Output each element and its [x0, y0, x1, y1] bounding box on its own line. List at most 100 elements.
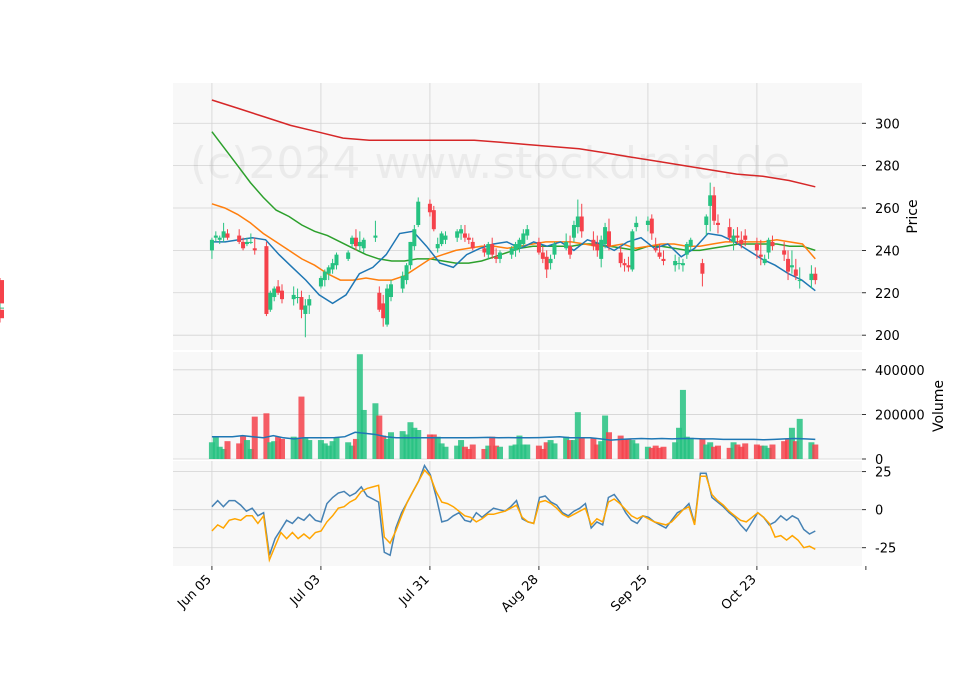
- volume-bar: [633, 443, 640, 459]
- candle-body: [357, 241, 362, 247]
- candle-body: [540, 252, 545, 259]
- volume-axis-tick-label: 400000: [875, 364, 925, 379]
- volume-bar: [769, 444, 776, 459]
- candle-body: [521, 233, 526, 245]
- candle-body: [552, 244, 557, 255]
- candle-body: [482, 248, 487, 253]
- candle-body: [427, 203, 432, 213]
- volume-bar: [306, 440, 313, 459]
- candle-body: [318, 277, 323, 287]
- candle-body: [443, 235, 448, 240]
- candle-body: [536, 241, 541, 253]
- x-tick-label: Oct 23: [719, 572, 760, 613]
- candle-body: [412, 229, 417, 247]
- candle-body: [466, 237, 471, 240]
- candle-body: [209, 239, 214, 251]
- candle-body: [455, 231, 460, 238]
- volume-bar: [551, 443, 558, 459]
- candle-body: [213, 235, 218, 238]
- candle-body: [564, 241, 569, 249]
- candle-body: [435, 244, 440, 249]
- oscillator-axis-tick-label: -25: [875, 542, 896, 557]
- candle-body: [727, 227, 732, 238]
- watermark: (c)2024 www.stockdroid.de: [190, 138, 790, 189]
- candle-body: [754, 244, 759, 251]
- candle-body: [661, 258, 666, 261]
- candle-body: [575, 216, 580, 228]
- candle-body: [346, 252, 351, 259]
- candle-body: [439, 233, 444, 245]
- candle-body: [509, 248, 514, 255]
- candle-body: [758, 254, 763, 257]
- candle-body: [606, 231, 611, 247]
- candle-body: [618, 252, 623, 264]
- candle-body: [657, 252, 662, 257]
- candle-body: [544, 256, 549, 270]
- candle-body: [350, 237, 355, 245]
- candle-body: [268, 292, 273, 310]
- candle-body: [735, 235, 740, 238]
- candle-body: [404, 265, 409, 281]
- candle-body: [708, 195, 713, 206]
- volume-bar: [578, 437, 585, 459]
- volume-bar: [387, 432, 394, 459]
- candle-body: [571, 224, 576, 238]
- candle-body: [0, 280, 4, 304]
- volume-bar: [278, 438, 285, 459]
- candle-body: [416, 201, 421, 225]
- x-tick-label: Jul 03: [287, 572, 324, 609]
- candle-body: [653, 248, 658, 251]
- candle-body: [743, 235, 748, 240]
- candle-body: [272, 288, 277, 298]
- candle-body: [353, 237, 358, 247]
- candle-body: [673, 261, 678, 266]
- price-axis-tick-label: 260: [875, 202, 900, 217]
- candle-body: [715, 222, 720, 225]
- candle-body: [762, 258, 767, 264]
- candle-body: [462, 233, 467, 238]
- candle-body: [237, 235, 242, 242]
- candle-body: [241, 241, 246, 249]
- candle-body: [645, 220, 650, 225]
- candle-body: [630, 231, 635, 270]
- candle-body: [486, 244, 491, 255]
- candle-body: [786, 258, 791, 272]
- candle-body: [490, 244, 495, 255]
- candle-body: [634, 222, 639, 228]
- volume-bar: [742, 443, 749, 459]
- candle-body: [291, 294, 296, 300]
- price-axis-tick-label: 220: [875, 287, 900, 302]
- candle-body: [766, 239, 771, 253]
- candle-body: [408, 241, 413, 266]
- stock-chart: (c)2024 www.stockdroid.de Jun 05 Jul 03 Ju…: [0, 83, 947, 615]
- volume-bar: [224, 441, 231, 459]
- candle-body: [809, 273, 814, 281]
- price-axis-title: Price: [905, 199, 921, 233]
- candle-body: [431, 210, 436, 230]
- price-axis-tick-label: 300: [875, 117, 900, 132]
- oscillator-axis-tick-label: 25: [875, 466, 892, 481]
- candle-body: [400, 275, 405, 289]
- volume-bar: [333, 437, 340, 459]
- candle-body: [248, 241, 253, 243]
- candle-body: [279, 290, 284, 300]
- x-tick-label: Sep 25: [608, 572, 651, 615]
- volume-axis-title: Volume: [931, 380, 947, 432]
- candle-body: [497, 252, 502, 259]
- candle-body: [548, 258, 553, 264]
- candle-body: [591, 239, 596, 247]
- candle-body: [307, 299, 312, 306]
- volume-bar: [605, 432, 612, 459]
- candle-body: [377, 292, 382, 310]
- volume-bar: [812, 444, 819, 459]
- candle-body: [731, 235, 736, 242]
- candle-body: [684, 244, 689, 255]
- oscillator-axis-tick-label: 0: [875, 504, 883, 519]
- volume-bar: [415, 430, 422, 459]
- candle-body: [225, 233, 230, 238]
- candle-body: [770, 241, 775, 247]
- volume-bar: [524, 444, 531, 459]
- candle-body: [688, 239, 693, 247]
- volume-bar: [660, 446, 667, 459]
- candle-body: [244, 241, 249, 245]
